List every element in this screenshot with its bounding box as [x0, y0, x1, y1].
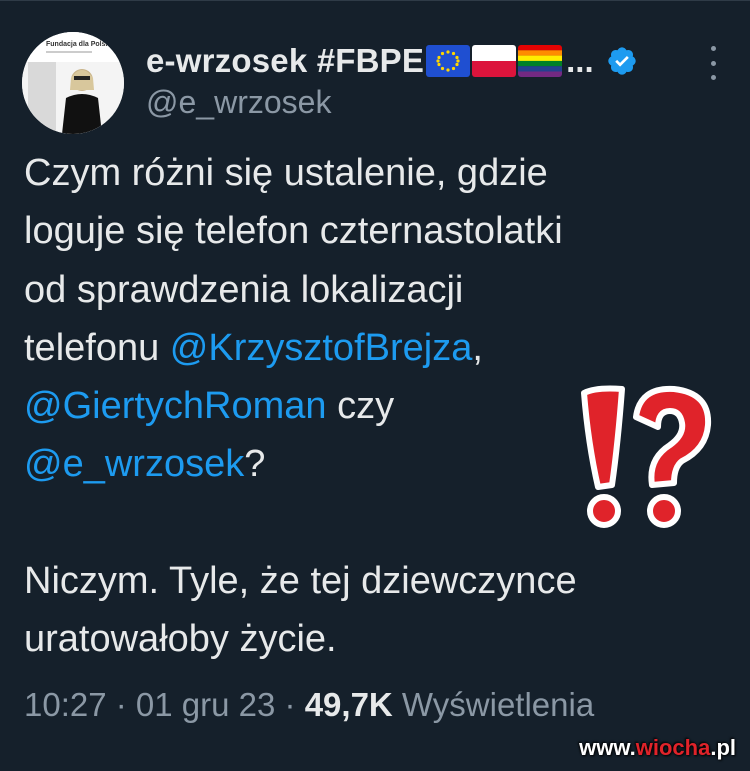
text-fragment: ? — [244, 443, 266, 486]
top-divider — [0, 0, 750, 1]
watermark-site: wiocha — [635, 735, 711, 760]
views-count[interactable]: 49,7K — [305, 686, 393, 723]
flags — [426, 45, 564, 77]
display-name[interactable]: e-wrzosek #FBPE — [146, 42, 424, 80]
avatar[interactable]: Fundacja dla Polski — [22, 32, 124, 134]
rainbow-flag-icon — [518, 45, 563, 77]
more-dot — [710, 46, 716, 51]
text-line: Niczym. Tyle, że tej dziewczynce — [24, 560, 577, 603]
text-line: Czym różni się ustalenie, gdzie — [24, 152, 548, 194]
poland-flag-icon — [472, 45, 517, 77]
watermark-suffix: .pl — [710, 735, 736, 760]
text-fragment: , — [472, 326, 483, 369]
avatar-text: Fundacja dla Polski — [46, 41, 111, 48]
avatar-image: Fundacja dla Polski — [22, 32, 124, 134]
meta-separator: · — [275, 686, 305, 723]
exclamation-question-mark-icon — [578, 383, 718, 533]
name-ellipsis: ... — [566, 42, 594, 79]
verified-badge-icon[interactable] — [606, 45, 638, 77]
text-fragment: telefonu — [24, 326, 170, 369]
mention-link[interactable]: @KrzysztofBrejza — [170, 327, 473, 369]
text-line: loguje się telefon czternastolatki — [24, 210, 563, 253]
more-dot — [710, 60, 716, 66]
text-line: od sprawdzenia lokalizacji — [24, 268, 464, 311]
text-line: uratowałoby życie. — [24, 618, 337, 661]
mention-link[interactable]: @e_wrzosek — [24, 443, 244, 485]
views-label[interactable]: Wyświetlenia — [393, 686, 594, 723]
tweet-date[interactable]: 01 gru 23 — [136, 686, 275, 723]
text-fragment: czy — [326, 385, 395, 428]
eu-flag-icon — [426, 45, 471, 77]
mention-link[interactable]: @GiertychRoman — [24, 385, 327, 427]
author-name-row[interactable]: e-wrzosek #FBPE ... — [146, 38, 638, 84]
watermark: www.wiocha.pl — [579, 735, 736, 761]
more-dot — [710, 75, 716, 80]
more-options-icon[interactable] — [700, 46, 726, 80]
tweet-meta: 10:27 · 01 gru 23 · 49,7K Wyświetlenia — [24, 686, 594, 724]
watermark-prefix: www. — [579, 735, 636, 760]
author-handle[interactable]: @e_wrzosek — [146, 84, 331, 121]
tweet-text: Czym różni się ustalenie, gdzie loguje s… — [24, 144, 584, 669]
tweet-time[interactable]: 10:27 — [24, 686, 107, 723]
meta-separator: · — [106, 686, 136, 723]
